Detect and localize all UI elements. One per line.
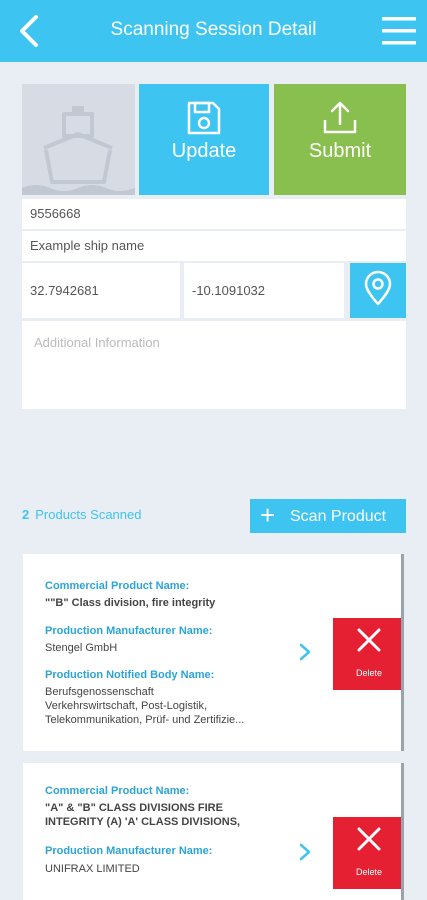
notified-body-line: Telekommunikation, Prüf- und Zertifizie.… <box>45 714 245 726</box>
additional-info-field[interactable]: Additional Information <box>22 321 406 409</box>
commercial-name-label: Commercial Product Name: <box>45 785 190 797</box>
chevron-right-icon[interactable] <box>298 842 312 862</box>
submit-button[interactable]: Submit <box>274 84 406 195</box>
manufacturer-label: Production Manufacturer Name: <box>45 845 213 857</box>
products-count: 2 <box>22 507 30 522</box>
session-form: Update Submit 9556668 Example ship name … <box>22 84 406 410</box>
manufacturer-value: Stengel GmbH <box>45 642 118 654</box>
products-scanned-count: 2 Products Scanned <box>22 507 141 522</box>
close-icon <box>357 827 381 851</box>
submit-label: Submit <box>308 140 372 162</box>
close-icon <box>357 628 381 652</box>
delete-button[interactable]: Delete <box>333 817 401 889</box>
delete-button[interactable]: Delete <box>333 618 401 690</box>
update-button[interactable]: Update <box>139 84 269 195</box>
commercial-name-label: Commercial Product Name: <box>45 580 190 592</box>
commercial-name-value: ""B" Class division, fire integrity <box>45 597 216 609</box>
notified-body-line: Verkehrswirtschaft, Post-Logistik, <box>45 700 208 712</box>
ship-name-field[interactable]: Example ship name <box>22 231 406 261</box>
save-icon <box>187 101 221 135</box>
notified-body-line: Berufsgenossenschaft <box>45 686 154 698</box>
get-location-button[interactable] <box>350 263 406 318</box>
chevron-right-icon[interactable] <box>298 642 312 662</box>
app-header: Scanning Session Detail <box>0 0 427 62</box>
manufacturer-value: UNIFRAX LIMITED <box>45 863 140 875</box>
ship-icon <box>22 106 135 195</box>
notified-body-label: Production Notified Body Name: <box>45 669 215 681</box>
manufacturer-label: Production Manufacturer Name: <box>45 625 213 637</box>
map-pin-icon <box>364 270 392 306</box>
page-title: Scanning Session Detail <box>110 19 317 40</box>
products-count-label: Products Scanned <box>35 507 142 522</box>
commercial-name-line: "A" & "B" CLASS DIVISIONS FIRE <box>45 802 223 814</box>
plus-icon: + <box>260 500 276 530</box>
product-card[interactable]: Commercial Product Name: ""B" Class divi… <box>23 554 404 751</box>
update-label: Update <box>171 140 237 162</box>
scan-product-label: Scan Product <box>290 508 387 525</box>
latitude-field[interactable]: 32.7942681 <box>22 263 180 318</box>
ship-photo-placeholder[interactable] <box>22 84 135 195</box>
scan-product-button[interactable]: + Scan Product <box>250 499 406 533</box>
longitude-field[interactable]: -10.1091032 <box>184 263 344 318</box>
imo-number-field[interactable]: 9556668 <box>22 199 406 229</box>
delete-label: Delete <box>355 867 382 877</box>
delete-label: Delete <box>355 668 382 678</box>
commercial-name-line: INTEGRITY (A) 'A' CLASS DIVISIONS, <box>45 816 241 828</box>
product-card[interactable]: Commercial Product Name: "A" & "B" CLASS… <box>23 763 404 900</box>
upload-icon <box>323 101 357 134</box>
hamburger-menu-icon[interactable] <box>381 14 417 48</box>
